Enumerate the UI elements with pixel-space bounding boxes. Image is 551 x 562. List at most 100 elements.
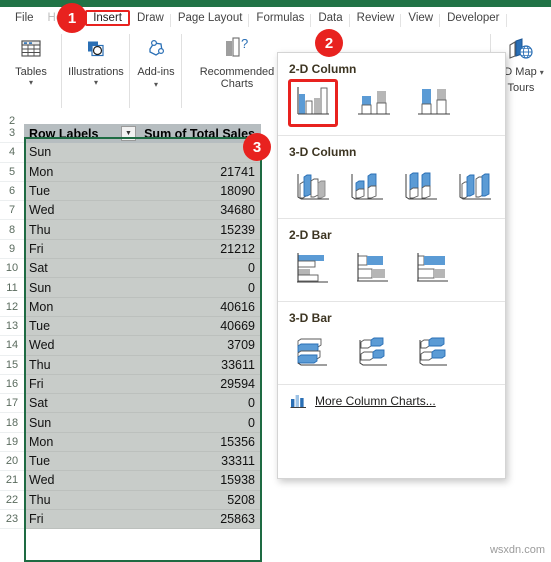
row-header[interactable]: 18 <box>0 413 24 433</box>
row-header[interactable]: 15 <box>0 356 24 375</box>
tab-review[interactable]: Review <box>350 11 402 27</box>
row-value: 40616 <box>220 299 255 314</box>
table-row[interactable]: Tue 18090 <box>24 181 261 202</box>
chart-type-clustered-column[interactable] <box>288 79 338 127</box>
table-row[interactable]: Tue 40669 <box>24 316 261 337</box>
chart-type-3d-stacked-column[interactable] <box>342 162 392 210</box>
row-header[interactable]: 21 <box>0 471 24 491</box>
row-value: 33311 <box>221 454 255 469</box>
chart-type-3d-100-percent-stacked-column[interactable] <box>396 162 446 210</box>
chevron-down-icon[interactable]: ▾ <box>540 68 544 77</box>
table-row[interactable]: Thu 33611 <box>24 355 261 375</box>
row-value: 0 <box>248 261 255 276</box>
row-label: Sun <box>29 145 52 160</box>
row-header[interactable]: 6 <box>0 182 24 202</box>
table-row[interactable]: Mon 21741 <box>24 162 261 182</box>
table-row[interactable]: Fri 29594 <box>24 374 261 395</box>
table-row[interactable]: Sun 0 <box>24 278 261 298</box>
value-column-header: Sum of Total Sales <box>144 126 255 141</box>
tab-view[interactable]: View <box>401 11 440 27</box>
chart-type-100-percent-stacked-bar[interactable] <box>408 245 458 293</box>
row-header[interactable]: 11 <box>0 278 24 298</box>
tab-draw[interactable]: Draw <box>130 11 171 27</box>
recommended-charts-button[interactable]: ? Recommended Charts <box>190 28 284 90</box>
chart-type-clustered-bar[interactable] <box>288 245 338 293</box>
tables-label: Tables <box>15 66 47 78</box>
table-row[interactable]: Wed 34680 <box>24 201 261 221</box>
row-value: 18090 <box>220 184 255 199</box>
filter-dropdown-icon[interactable]: ▼ <box>121 126 136 142</box>
tours-group-label: Tours <box>507 82 535 94</box>
tab-developer[interactable]: Developer <box>440 11 507 27</box>
row-value: 40669 <box>220 319 255 334</box>
chevron-down-icon[interactable]: ▾ <box>29 78 33 87</box>
tab-insert[interactable]: Insert <box>85 9 130 26</box>
table-row[interactable]: Tue 33311 <box>24 452 261 472</box>
row-header[interactable]: 9 <box>0 240 24 260</box>
table-row[interactable]: Sat 0 <box>24 394 261 414</box>
row-value: 5208 <box>227 492 255 507</box>
section-title: 2-D Column <box>289 62 357 76</box>
table-row[interactable]: Sun 0 <box>24 143 261 163</box>
table-row[interactable]: Mon 40616 <box>24 297 261 317</box>
table-row[interactable]: Sat 0 <box>24 259 261 279</box>
row-header[interactable]: 16 <box>0 375 24 395</box>
row-header[interactable]: 13 <box>0 317 24 337</box>
table-row[interactable]: Thu 15239 <box>24 220 261 240</box>
table-row[interactable]: Mon 15356 <box>24 432 261 453</box>
column-chart-gallery-dropdown: 2-D Column 3-D Column 2-D Bar 3-D Bar Mo… <box>277 52 506 479</box>
chart-type-3d-100-percent-stacked-bar[interactable] <box>408 328 458 376</box>
chart-type-stacked-column[interactable] <box>348 79 398 127</box>
row-labels-header: Row Labels <box>29 126 99 141</box>
row-header[interactable]: 23 <box>0 510 24 530</box>
row-label: Thu <box>29 492 51 507</box>
chevron-down-icon[interactable]: ▾ <box>94 78 98 87</box>
tables-button[interactable]: Tables ▾ <box>15 28 47 87</box>
tab-data[interactable]: Data <box>311 11 350 27</box>
row-header[interactable]: 7 <box>0 201 24 221</box>
table-row[interactable]: Thu 5208 <box>24 490 261 510</box>
chart-type-100-percent-stacked-column[interactable] <box>408 79 458 127</box>
chart-type-3d-stacked-bar[interactable] <box>348 328 398 376</box>
row-header[interactable]: 10 <box>0 259 24 279</box>
table-row[interactable]: Fri 21212 <box>24 239 261 260</box>
row-header[interactable]: 5 <box>0 163 24 182</box>
tab-file[interactable]: File <box>8 11 41 25</box>
chart-type-3d-clustered-bar[interactable] <box>288 328 338 376</box>
chart-type-3d-column[interactable] <box>450 162 500 210</box>
section-title: 3-D Column <box>289 145 357 159</box>
row-header[interactable]: 20 <box>0 452 24 472</box>
table-row[interactable]: Fri 25863 <box>24 509 261 530</box>
row-header[interactable]: 3 <box>0 124 24 144</box>
addins-icon <box>140 34 172 64</box>
row-header[interactable]: 8 <box>0 220 24 240</box>
addins-label: Add-ins ▾ <box>136 66 176 90</box>
row-header[interactable]: 19 <box>0 433 24 453</box>
chart-type-stacked-bar[interactable] <box>348 245 398 293</box>
row-label: Thu <box>29 357 51 372</box>
row-header[interactable]: 4 <box>0 143 24 163</box>
addins-button[interactable]: Add-ins ▾ <box>136 28 176 90</box>
row-header[interactable]: 12 <box>0 298 24 317</box>
gallery-section-2d-column: 2-D Column <box>278 53 505 131</box>
ribbon-group-addins: Add-ins ▾ <box>130 28 182 116</box>
row-header[interactable]: 22 <box>0 491 24 510</box>
chevron-down-icon[interactable]: ▾ <box>154 80 158 89</box>
more-column-charts-item[interactable]: More Column Charts... <box>278 385 505 415</box>
row-label: Fri <box>29 241 44 256</box>
tab-formulas[interactable]: Formulas <box>249 11 312 27</box>
row-value: 15356 <box>220 434 255 449</box>
table-row[interactable]: Sun 0 <box>24 413 261 433</box>
chart-type-3d-clustered-column[interactable] <box>288 162 338 210</box>
illustrations-button[interactable]: Illustrations ▾ <box>68 28 124 87</box>
callout-badge-1: 1 <box>57 3 87 33</box>
more-column-charts-label: More Column Charts... <box>315 394 436 408</box>
row-label: Tue <box>29 184 51 199</box>
row-value: 0 <box>121 145 261 159</box>
table-row[interactable]: Wed 15938 <box>24 471 261 491</box>
row-header[interactable]: 17 <box>0 394 24 414</box>
row-header[interactable]: 14 <box>0 336 24 356</box>
row-label: Mon <box>29 164 54 179</box>
tab-page-layout[interactable]: Page Layout <box>171 11 250 27</box>
table-row[interactable]: Wed 3709 <box>24 336 261 356</box>
